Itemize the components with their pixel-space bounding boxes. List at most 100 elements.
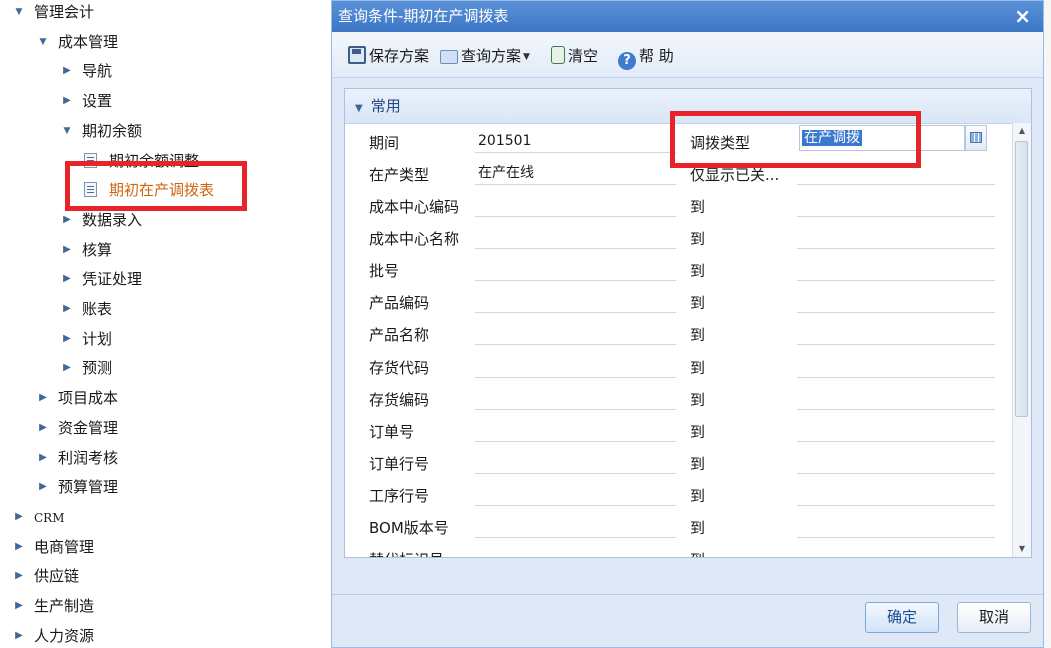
- clear-icon: [551, 46, 565, 64]
- dialog-toolbar: 保存方案 查询方案 ▼ 清空 ? 帮 助: [332, 32, 1043, 78]
- range-to-field[interactable]: [797, 355, 995, 378]
- chevron-right-icon[interactable]: ▶: [12, 624, 26, 648]
- tree-item-label: 数据录入: [82, 210, 143, 229]
- chevron-right-icon[interactable]: ▶: [60, 59, 74, 83]
- grid-picker-icon[interactable]: [965, 125, 987, 151]
- tree-folder-item[interactable]: ▶ 电商管理: [12, 535, 94, 559]
- tree-folder-item[interactable]: ▶ 导航: [60, 59, 112, 83]
- tree-leaf-item[interactable]: 期初余额调整: [84, 149, 199, 173]
- range-to-field[interactable]: [797, 322, 995, 346]
- chevron-right-icon[interactable]: ▶: [36, 475, 50, 499]
- tree-folder-item[interactable]: ▶ 数据录入: [60, 208, 142, 232]
- scroll-thumb[interactable]: [1015, 141, 1028, 417]
- range-from-field[interactable]: [475, 451, 676, 474]
- range-from-field[interactable]: [475, 419, 676, 442]
- range-to-field[interactable]: [797, 194, 995, 217]
- range-to-field[interactable]: [797, 419, 995, 442]
- show-closed-field[interactable]: [797, 162, 995, 185]
- chevron-right-icon[interactable]: ▶: [12, 505, 26, 529]
- dialog-titlebar: 查询条件-期初在产调拨表 ×: [332, 1, 1043, 32]
- tree-folder-item[interactable]: ▶ 生产制造: [12, 594, 94, 618]
- range-from-field[interactable]: [475, 258, 676, 282]
- range-to-field[interactable]: [797, 226, 995, 250]
- tree-folder-item[interactable]: ▼ 管理会计: [12, 0, 94, 24]
- tree-folder-item[interactable]: ▶ 设置: [60, 89, 112, 113]
- tree-folder-item[interactable]: ▼ 期初余额: [60, 119, 142, 143]
- tree-folder-item[interactable]: ▶ 账表: [60, 297, 112, 321]
- dialog-footer: 确定 取消: [332, 595, 1043, 647]
- form-row-range: BOM版本号 到: [345, 511, 1013, 543]
- chevron-right-icon[interactable]: ▶: [60, 267, 74, 291]
- tree-folder-item[interactable]: ▶ 凭证处理: [60, 267, 142, 291]
- form-row-wip-type: 在产类型 在产在线 仅显示已关...: [345, 158, 1013, 190]
- help-button[interactable]: ? 帮 助: [618, 45, 674, 70]
- scroll-up-icon[interactable]: ▲: [1013, 123, 1031, 139]
- chevron-right-icon[interactable]: ▶: [60, 297, 74, 321]
- chevron-down-icon[interactable]: ▼: [60, 119, 74, 143]
- cancel-button[interactable]: 取消: [957, 602, 1031, 633]
- tree-folder-item[interactable]: ▶ 预测: [60, 356, 112, 380]
- range-to-field[interactable]: [797, 290, 995, 314]
- period-field[interactable]: 201501: [475, 130, 676, 153]
- range-from-field[interactable]: [475, 387, 676, 410]
- range-from-field[interactable]: [475, 226, 676, 250]
- query-plan-button[interactable]: 查询方案 ▼: [440, 45, 530, 67]
- range-to-field[interactable]: [797, 258, 995, 282]
- help-icon: ?: [618, 52, 636, 70]
- chevron-right-icon[interactable]: ▶: [60, 89, 74, 113]
- wip-type-field[interactable]: 在产在线: [475, 162, 676, 185]
- range-to-field[interactable]: [797, 483, 995, 506]
- chevron-right-icon[interactable]: ▶: [60, 356, 74, 380]
- chevron-down-icon: ▼: [523, 52, 530, 62]
- range-from-field[interactable]: [475, 483, 676, 506]
- tree-folder-item[interactable]: ▼ 成本管理: [36, 30, 118, 54]
- chevron-right-icon[interactable]: ▶: [60, 238, 74, 262]
- tree-folder-item[interactable]: ▶ 项目成本: [36, 386, 118, 410]
- chevron-right-icon[interactable]: ▶: [12, 535, 26, 559]
- form-scrollbar[interactable]: ▲ ▼: [1012, 123, 1031, 557]
- tree-item-label: 预算管理: [58, 478, 119, 497]
- tree-leaf-item[interactable]: 期初在产调拨表: [84, 178, 214, 202]
- range-to-field[interactable]: [797, 451, 995, 474]
- range-from-field[interactable]: [475, 194, 676, 217]
- chevron-right-icon[interactable]: ▶: [36, 446, 50, 470]
- show-closed-label[interactable]: 仅显示已关...: [690, 164, 779, 185]
- chevron-down-icon[interactable]: ▼: [36, 30, 50, 54]
- range-from-field[interactable]: [475, 322, 676, 346]
- chevron-right-icon[interactable]: ▶: [36, 386, 50, 410]
- tree-folder-item[interactable]: ▶ 核算: [60, 238, 112, 262]
- tree-item-label: 导航: [82, 62, 113, 81]
- range-from-field[interactable]: [475, 547, 676, 557]
- tree-item-label: 人力资源: [34, 626, 95, 645]
- chevron-right-icon[interactable]: ▶: [60, 327, 74, 351]
- chevron-right-icon[interactable]: ▶: [12, 594, 26, 618]
- tree-folder-item[interactable]: ▶ 计划: [60, 327, 112, 351]
- chevron-right-icon[interactable]: ▶: [60, 208, 74, 232]
- tree-folder-item[interactable]: ▶ CRM: [12, 505, 64, 529]
- save-plan-button[interactable]: 保存方案: [348, 45, 429, 67]
- tree-folder-item[interactable]: ▶ 预算管理: [36, 475, 118, 499]
- range-to-field[interactable]: [797, 387, 995, 410]
- tree-folder-item[interactable]: ▶ 利润考核: [36, 446, 118, 470]
- tree-folder-item[interactable]: ▶ 资金管理: [36, 416, 118, 440]
- chevron-down-icon[interactable]: ▼: [12, 0, 26, 24]
- chevron-right-icon[interactable]: ▶: [12, 564, 26, 588]
- close-button[interactable]: ×: [1014, 1, 1031, 31]
- range-to-label: 到: [690, 519, 706, 537]
- group-header-common[interactable]: ▼ 常用: [345, 89, 1031, 124]
- range-from-field[interactable]: [475, 290, 676, 314]
- range-from-field[interactable]: [475, 355, 676, 378]
- transfer-type-value: 在产调拨: [802, 130, 862, 146]
- clear-button[interactable]: 清空: [551, 45, 598, 67]
- chevron-right-icon[interactable]: ▶: [36, 416, 50, 440]
- tree-folder-item[interactable]: ▶ 人力资源: [12, 624, 94, 648]
- tree-folder-item[interactable]: ▶ 供应链: [12, 564, 79, 588]
- range-to-field[interactable]: [797, 515, 995, 538]
- tree-item-label: 项目成本: [58, 389, 119, 408]
- range-from-field[interactable]: [475, 515, 676, 538]
- transfer-type-combo[interactable]: 在产调拨: [799, 125, 965, 151]
- range-to-label: 到: [690, 358, 706, 377]
- scroll-down-icon[interactable]: ▼: [1013, 541, 1031, 557]
- ok-button[interactable]: 确定: [865, 602, 939, 633]
- range-to-field[interactable]: [797, 547, 995, 557]
